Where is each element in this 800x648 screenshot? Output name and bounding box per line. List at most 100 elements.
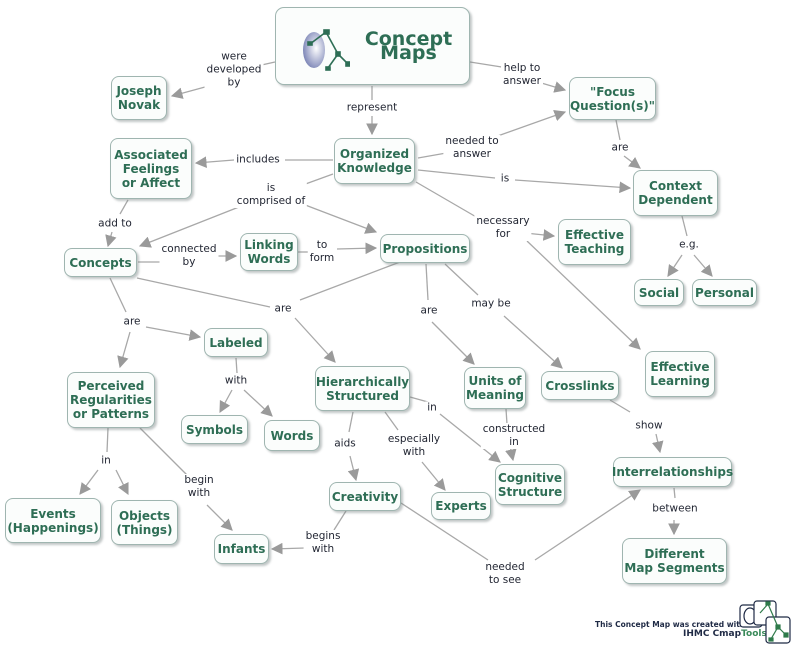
concept-effective-teaching[interactable]: Effective Teaching [558,219,631,265]
concept-personal[interactable]: Personal [692,279,757,306]
link-especially-with[interactable]: especially with [385,433,443,459]
connection-arrow [491,110,567,139]
concept-social[interactable]: Social [634,279,684,306]
connection-arrow [667,254,683,277]
concept-concept-maps[interactable]: Concept Maps [275,7,470,85]
concept-interrelationships[interactable]: Interrelationships [612,457,733,487]
connection-arrow [115,469,129,496]
concept-creativity[interactable]: Creativity [329,482,401,511]
connection-arrow [294,317,336,363]
connection-line [415,181,479,219]
connection-arrow [270,542,306,555]
connection-line [109,277,127,313]
connection-line [425,263,429,301]
link-is-context[interactable]: is [498,172,512,186]
connection-arrow [431,321,475,365]
concept-label: Concept Maps [364,28,453,64]
link-includes[interactable]: includes [234,153,282,167]
concept-cognitive-structure[interactable]: Cognitive Structure [495,464,565,505]
concept-effective-learning[interactable]: Effective Learning [645,351,715,397]
concept-experts[interactable]: Experts [431,492,491,520]
link-needed-to-see[interactable]: needed to see [483,561,527,587]
connection-arrow [145,326,202,341]
concept-propositions[interactable]: Propositions [380,234,470,263]
connection-line [119,199,129,215]
link-constructed-in[interactable]: constructed in [480,423,548,449]
connection-arrow [652,433,664,454]
concept-associated-feelings[interactable]: Associated Feelings or Affect [110,138,192,199]
connection-line [106,427,109,453]
credit-brand: IHMC Cmap [683,629,742,639]
concept-organized-knowledge[interactable]: Organized Knowledge [334,138,415,184]
link-to-form[interactable]: to form [307,239,337,265]
link-add-to[interactable]: add to [96,217,134,231]
concept-events[interactable]: Events (Happenings) [5,498,101,543]
link-necessary-for[interactable]: necessary for [474,215,532,241]
link-show[interactable]: show [633,419,665,433]
concept-infants[interactable]: Infants [214,534,269,564]
concept-symbols[interactable]: Symbols [181,415,248,444]
link-are-focus[interactable]: are [609,141,631,155]
connection-arrow [693,254,713,277]
concept-perceived-regularities[interactable]: Perceived Regularities or Patterns [67,372,155,428]
link-needed-to-answer[interactable]: needed to answer [443,135,501,161]
connection-arrow [336,242,378,255]
link-are-units[interactable]: are [418,304,440,318]
link-in-perceived[interactable]: in [99,454,113,468]
link-may-be[interactable]: may be [469,297,513,311]
link-in-hier[interactable]: in [425,401,439,415]
link-are-concepts-hier[interactable]: are [272,302,294,316]
connection-line [505,408,508,425]
connection-arrow [347,455,360,482]
cmaptools-credit: This Concept Map was created with IHMC C… [595,600,800,648]
connection-line [384,411,399,431]
concept-joseph-novak[interactable]: Joseph Novak [111,76,167,120]
concept-words[interactable]: Words [264,420,320,451]
concept-focus-questions[interactable]: "Focus Question(s)" [569,77,656,120]
link-between[interactable]: between [650,502,700,516]
connection-arrow [299,202,378,234]
concept-map-logo-icon [303,29,350,71]
connection-arrow [243,389,273,417]
concept-linking-words[interactable]: Linking Words [240,233,298,271]
connection-line [235,357,238,374]
link-with[interactable]: with [222,374,250,388]
link-begins-with[interactable]: begins with [303,530,343,556]
concept-context-dependent[interactable]: Context Dependent [633,170,718,216]
connection-line [139,427,188,476]
connection-arrow [206,504,233,531]
concept-different-map-segments[interactable]: Different Map Segments [622,538,727,584]
connection-line [681,215,688,237]
link-connected-by[interactable]: connected by [159,243,219,269]
connection-arrow [79,469,99,495]
connection-arrow [623,155,641,169]
link-eg[interactable]: e.g. [677,238,701,252]
concept-hierarchically-structured[interactable]: Hierarchically Structured [315,366,410,411]
link-begin-with[interactable]: begin with [182,474,216,500]
concept-crosslinks[interactable]: Crosslinks [541,371,619,400]
connection-line [333,510,347,531]
link-is-comprised-of[interactable]: is comprised of [234,182,308,208]
link-are-perceived[interactable]: are [121,315,143,329]
connection-line [673,487,676,499]
connection-arrow [105,231,117,248]
connection-line [348,411,354,433]
concept-concepts[interactable]: Concepts [64,248,137,277]
connection-arrow [503,315,563,369]
link-represent[interactable]: represent [344,101,400,115]
connection-arrow [219,389,233,414]
concept-units-of-meaning[interactable]: Units of Meaning [464,367,526,409]
link-aids[interactable]: aids [332,437,358,451]
connection-line [299,261,401,301]
credit-line-1: This Concept Map was created with [595,620,746,629]
connection-arrow [138,204,245,248]
connection-line [444,263,479,296]
connection-arrow [117,331,131,369]
concept-objects[interactable]: Objects (Things) [111,500,178,545]
connection-arrow [194,156,235,169]
link-were-developed-by[interactable]: were developed by [204,50,264,90]
concept-labeled[interactable]: Labeled [204,328,268,357]
connection-arrow [514,179,632,194]
link-help-to-answer[interactable]: help to answer [501,62,543,88]
connection-line [417,169,496,179]
